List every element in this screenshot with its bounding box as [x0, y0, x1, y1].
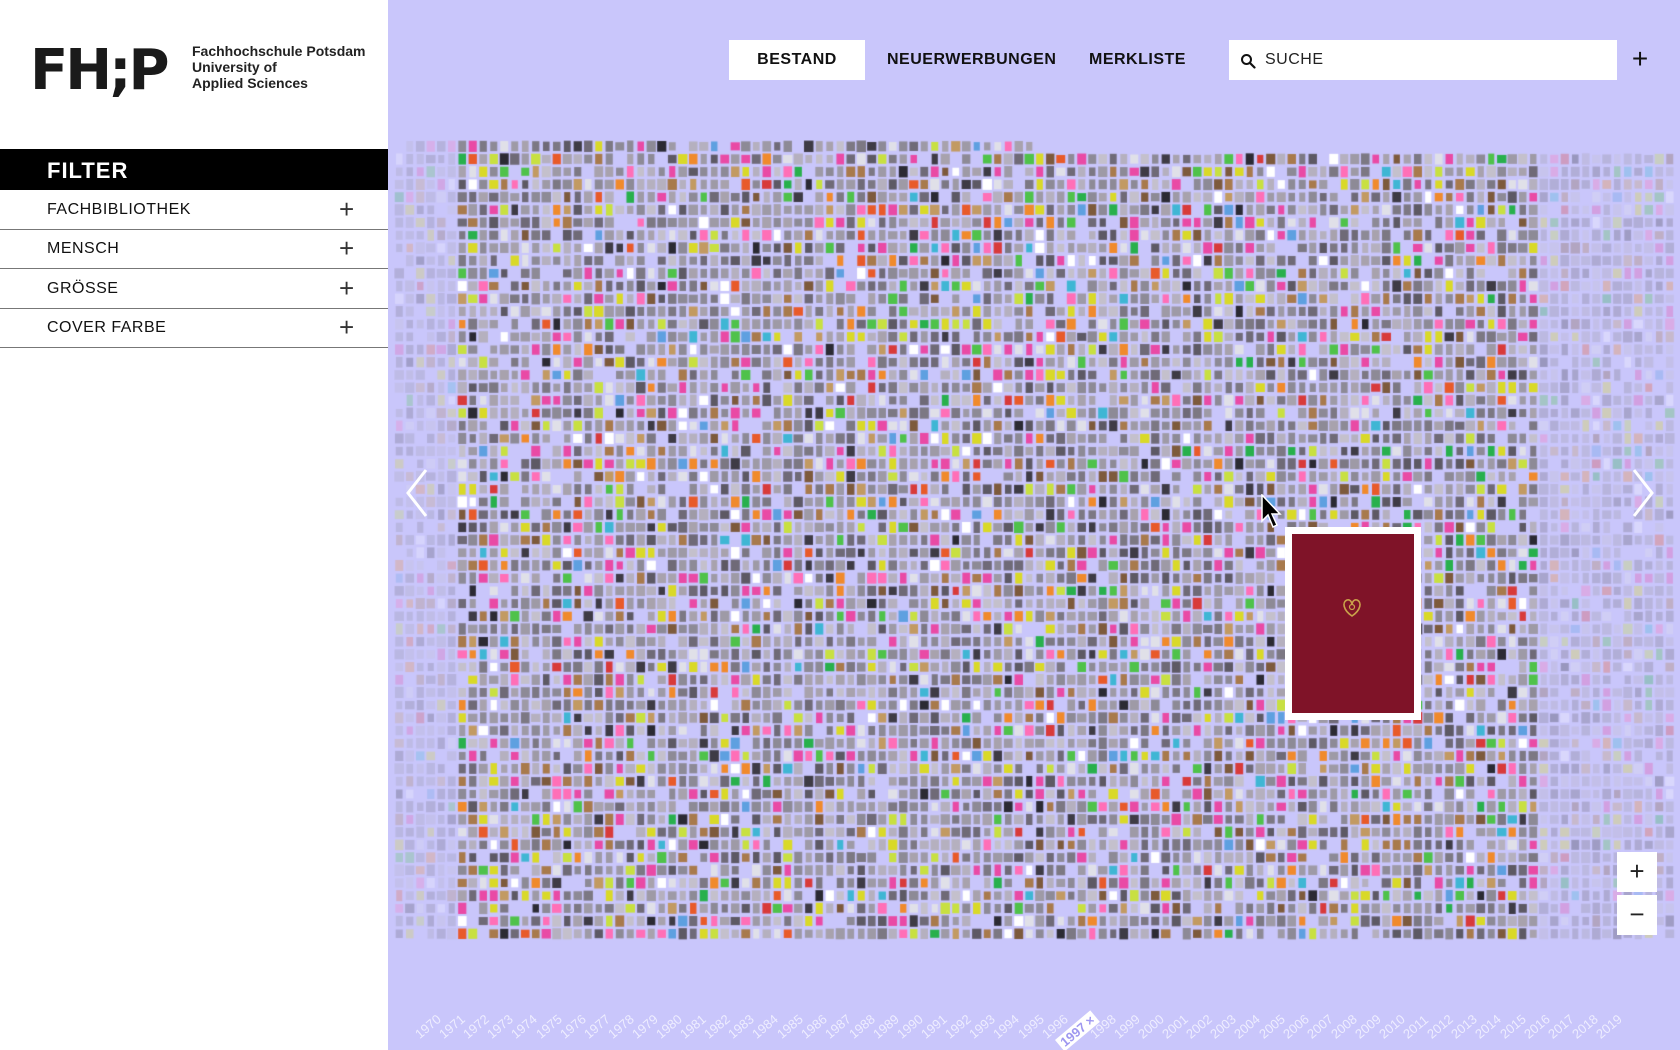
- filter-item-mensch[interactable]: MENSCH +: [0, 230, 388, 269]
- filter-item-label: FACHBIBLIOTHEK: [47, 201, 191, 218]
- search-input[interactable]: [1265, 40, 1605, 80]
- logo-line-1: Fachhochschule Potsdam: [192, 43, 366, 59]
- filter-item-groesse[interactable]: GRÖSSE +: [0, 270, 388, 309]
- year-timeline[interactable]: 1970 1971 1972 1973 1974 1975 1976 1977 1978 1979…: [388, 990, 1680, 1050]
- mouse-pointer-icon: [1261, 494, 1282, 529]
- filter-item-fachbibliothek[interactable]: FACHBIBLIOTHEK +: [0, 191, 388, 230]
- sidebar: FH;P Fachhochschule Potsdam University o…: [0, 0, 388, 1050]
- timeline-year[interactable]: 2019: [1593, 1011, 1625, 1041]
- filter-header: FILTER: [0, 149, 388, 190]
- chevron-right-icon[interactable]: [1630, 468, 1656, 518]
- expand-plus-icon[interactable]: +: [339, 274, 354, 302]
- zoom-in-button[interactable]: +: [1617, 852, 1657, 892]
- expand-plus-icon[interactable]: +: [339, 234, 354, 262]
- filter-item-label: GRÖSSE: [47, 280, 119, 297]
- zoom-out-button[interactable]: −: [1617, 895, 1657, 935]
- book-cover-image[interactable]: [1292, 534, 1414, 713]
- tab-bestand[interactable]: BESTAND: [729, 40, 865, 80]
- book-preview-card[interactable]: [1285, 527, 1421, 720]
- logo-text: Fachhochschule Potsdam University of App…: [192, 43, 365, 91]
- book-cover-grid[interactable]: [394, 140, 1680, 948]
- filter-item-label: COVER FARBE: [47, 319, 167, 336]
- tab-neuerwerbungen[interactable]: NEUERWERBUNGEN: [887, 40, 1056, 80]
- search-icon: [1241, 54, 1256, 69]
- filter-item-cover-farbe[interactable]: COVER FARBE +: [0, 309, 388, 348]
- filter-item-label: MENSCH: [47, 240, 120, 257]
- expand-plus-icon[interactable]: +: [339, 313, 354, 341]
- add-button[interactable]: +: [1628, 43, 1652, 75]
- emblem-icon: [1343, 599, 1361, 617]
- filter-title: FILTER: [47, 158, 129, 183]
- chevron-left-icon[interactable]: [404, 468, 430, 518]
- book-cover-canvas[interactable]: [394, 140, 1680, 948]
- logo-line-3: Applied Sciences: [192, 75, 308, 91]
- logo-mark: FH;P: [30, 38, 170, 103]
- search-box[interactable]: [1229, 40, 1617, 80]
- logo-line-2: University of: [192, 59, 277, 75]
- expand-plus-icon[interactable]: +: [339, 195, 354, 223]
- fhp-logo[interactable]: FH;P Fachhochschule Potsdam University o…: [30, 40, 370, 110]
- tab-merkliste[interactable]: MERKLISTE: [1089, 40, 1186, 80]
